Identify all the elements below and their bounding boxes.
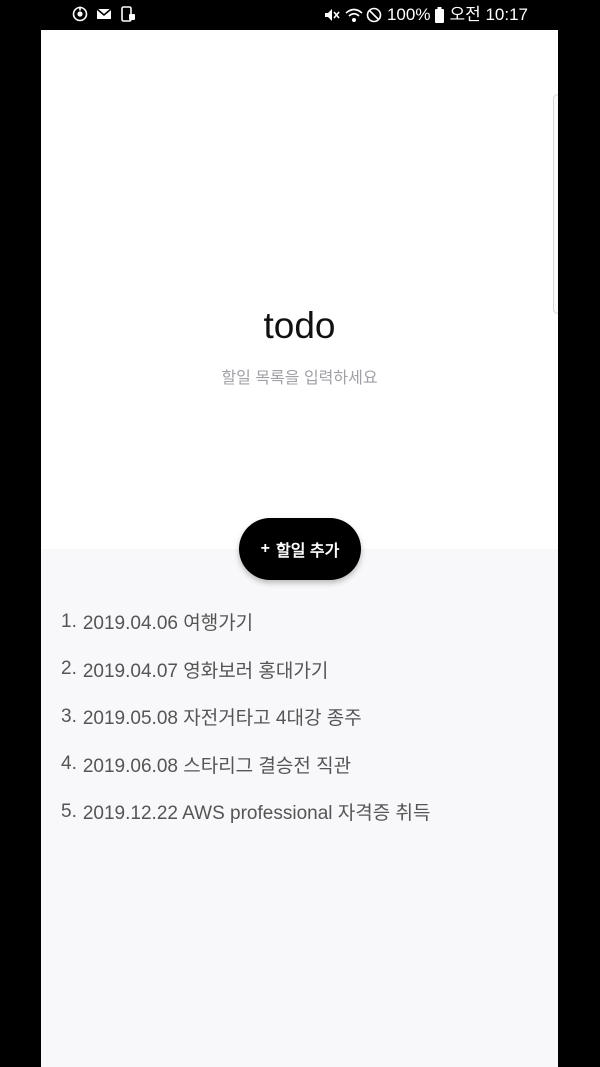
- edge-panel-handle[interactable]: [553, 94, 558, 314]
- clock: 오전 10:17: [449, 5, 528, 24]
- page-title: todo: [263, 305, 336, 346]
- status-left-icons: [72, 6, 136, 22]
- wifi-icon: [345, 7, 363, 23]
- todo-text: 2019.04.06 여행가기: [82, 613, 254, 635]
- todo-index: 5.: [61, 800, 77, 822]
- add-todo-label: 할일 추가: [276, 543, 340, 560]
- header: todo 할일 목록을 입력하세요: [41, 30, 558, 549]
- todo-text: 2019.12.22 AWS professional 자격증 취득: [82, 803, 431, 825]
- todo-index: 1.: [61, 610, 77, 632]
- todo-item[interactable]: 5. 2019.12.22 AWS professional 자격증 취득: [61, 788, 541, 836]
- todo-text: 2019.04.07 영화보러 홍대가기: [82, 660, 329, 682]
- todo-item[interactable]: 2. 2019.04.07 영화보러 홍대가기: [61, 646, 541, 694]
- page-subtitle: 할일 목록을 입력하세요: [221, 370, 378, 387]
- status-right-icons: 100% 오전 10:17: [324, 5, 528, 25]
- sync-icon: [72, 6, 88, 22]
- todo-item[interactable]: 4. 2019.06.08 스타리그 결승전 직관: [61, 741, 541, 789]
- battery-icon: [435, 7, 445, 23]
- todo-index: 4.: [61, 753, 77, 775]
- blocked-icon: [366, 7, 382, 23]
- status-bar: 100% 오전 10:17: [0, 0, 600, 30]
- add-todo-button[interactable]: + 할일 추가: [239, 518, 361, 580]
- plus-icon: +: [260, 540, 270, 557]
- phone-lock-icon: [120, 6, 136, 22]
- todo-index: 2.: [61, 658, 77, 680]
- gmail-icon: [96, 6, 112, 22]
- todo-app: todo 할일 목록을 입력하세요 + 할일 추가 1. 2019.04.06 …: [41, 30, 558, 1067]
- todo-list: 1. 2019.04.06 여행가기 2. 2019.04.07 영화보러 홍대…: [61, 598, 541, 836]
- battery-percent: 100%: [386, 5, 431, 24]
- mute-icon: [324, 7, 340, 23]
- todo-index: 3.: [61, 705, 77, 727]
- todo-item[interactable]: 3. 2019.05.08 자전거타고 4대강 종주: [61, 693, 541, 741]
- todo-item[interactable]: 1. 2019.04.06 여행가기: [61, 598, 541, 646]
- todo-text: 2019.06.08 스타리그 결승전 직관: [82, 755, 352, 777]
- todo-text: 2019.05.08 자전거타고 4대강 종주: [82, 708, 362, 730]
